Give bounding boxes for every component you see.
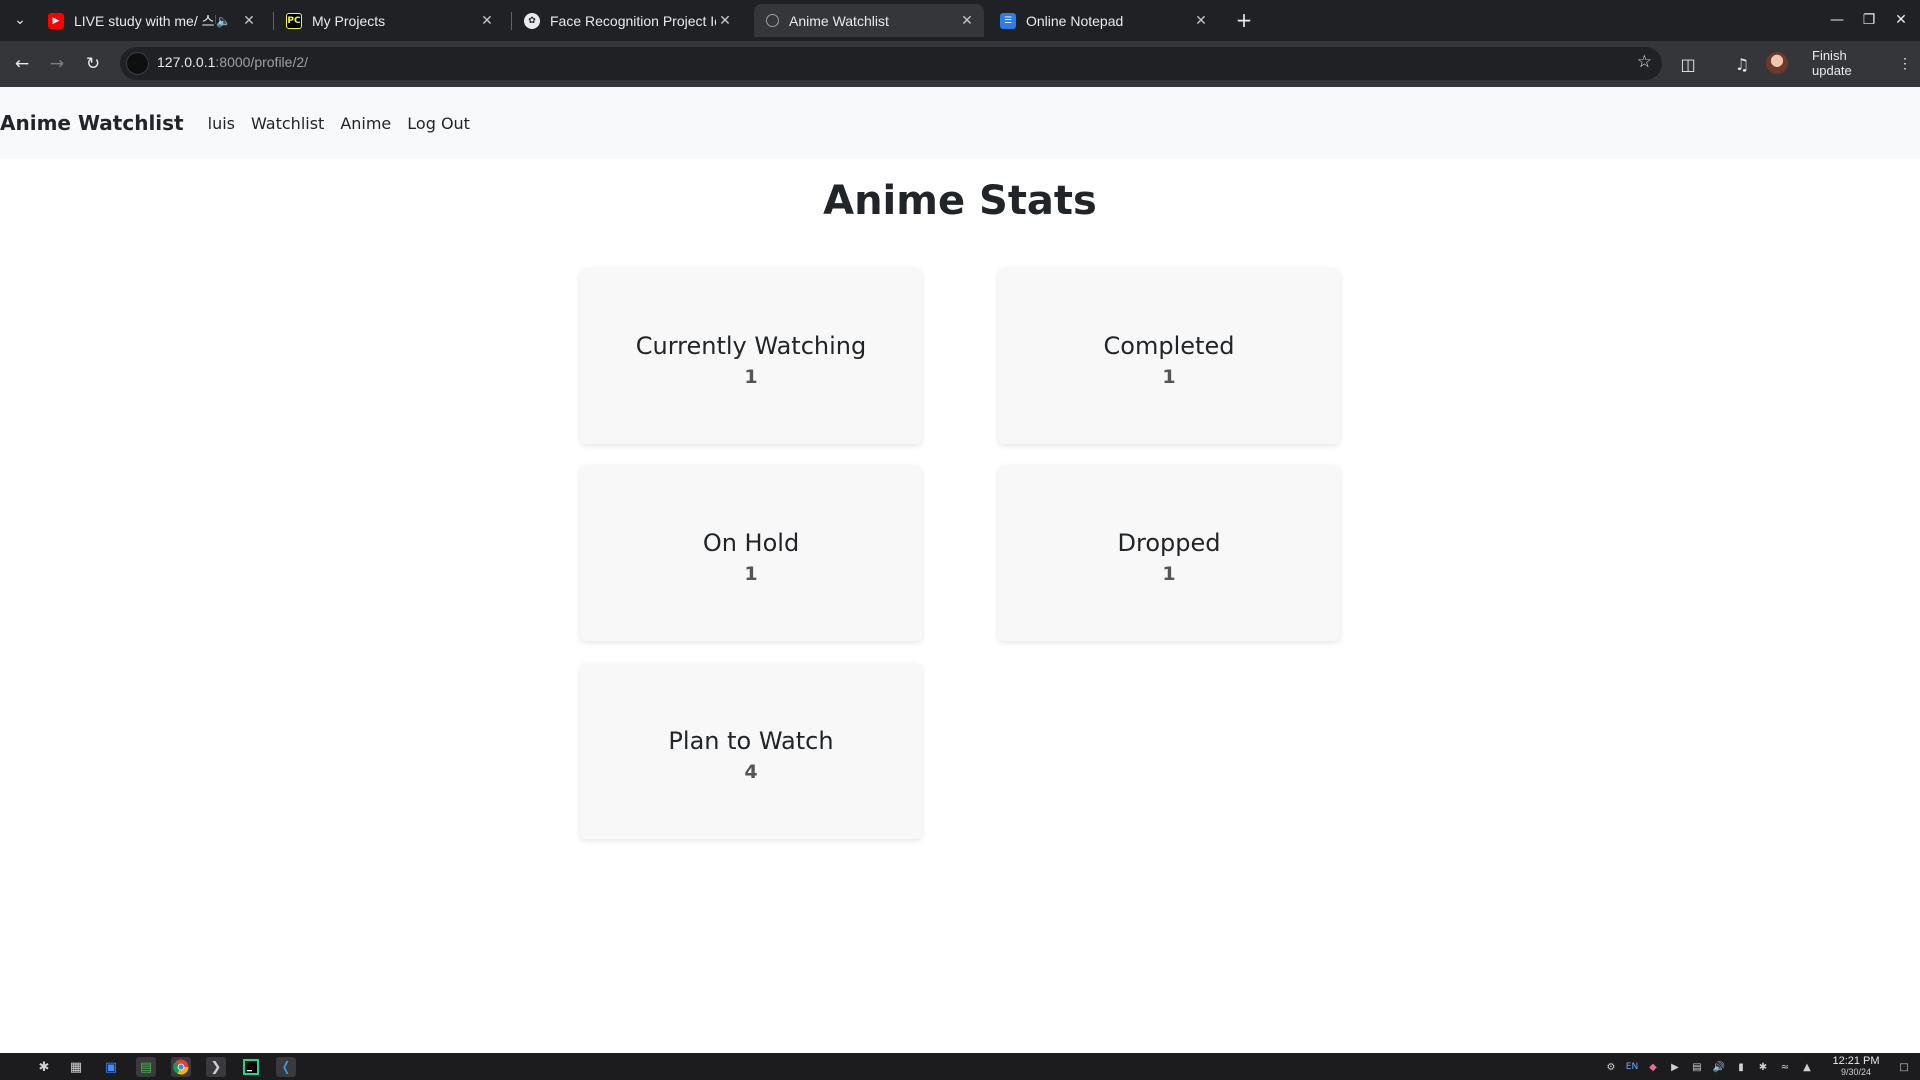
- stat-card-plan-to-watch: Plan to Watch 4: [580, 663, 922, 839]
- forward-arrow-icon[interactable]: →: [43, 50, 71, 78]
- volume-icon[interactable]: 🔊: [1711, 1059, 1727, 1075]
- nav-link-profile[interactable]: luis: [208, 114, 235, 133]
- tab-title: LIVE study with me/ 스터: [74, 12, 216, 29]
- site-navbar: Anime Watchlist luis Watchlist Anime Log…: [0, 87, 1920, 159]
- site-brand[interactable]: Anime Watchlist: [0, 111, 184, 135]
- language-indicator[interactable]: EN: [1624, 1059, 1640, 1075]
- close-window-icon[interactable]: ✕: [1886, 8, 1916, 32]
- bookmark-star-icon[interactable]: ☆: [1637, 52, 1652, 72]
- profile-avatar[interactable]: [1766, 52, 1788, 74]
- finish-update-button[interactable]: Finish update ⋮: [1802, 48, 1920, 78]
- stat-label: Currently Watching: [635, 332, 867, 360]
- stat-card-on-hold: On Hold 1: [580, 465, 922, 641]
- page-title: Anime Stats: [823, 178, 1097, 224]
- bluetooth-icon[interactable]: ✱: [1755, 1059, 1771, 1075]
- browser-toolbar: ← → ↻ 127.0.0.1:8000/profile/2/ ☆ ◫ ♫: [0, 41, 1920, 87]
- stat-card-currently-watching: Currently Watching 1: [580, 268, 922, 444]
- stat-label: Dropped: [1117, 529, 1221, 557]
- terminal-icon[interactable]: ❯: [206, 1057, 226, 1077]
- vscode-icon[interactable]: ❬: [276, 1057, 296, 1077]
- browser-tab-my-projects[interactable]: PC My Projects ✕: [274, 4, 504, 37]
- speaker-icon[interactable]: 🔈: [216, 14, 234, 28]
- task-view-icon[interactable]: ▦: [66, 1057, 86, 1077]
- tab-title: Face Recognition Project Id: [550, 12, 716, 29]
- minimize-icon[interactable]: —: [1822, 8, 1852, 32]
- battery-icon[interactable]: ▮: [1733, 1059, 1749, 1075]
- globe-icon: [766, 14, 779, 27]
- url-host: 127.0.0.1: [157, 54, 216, 70]
- tab-title: Online Notepad: [1026, 12, 1124, 29]
- file-manager-icon[interactable]: ▤: [136, 1057, 156, 1077]
- tab-title: Anime Watchlist: [789, 12, 889, 29]
- pycharm-icon: PC: [286, 12, 302, 29]
- close-tab-icon[interactable]: ✕: [478, 12, 496, 30]
- close-tab-icon[interactable]: ✕: [716, 12, 734, 30]
- restore-icon[interactable]: ❐: [1854, 8, 1884, 32]
- chatgpt-icon: ✿: [524, 12, 540, 29]
- new-tab-plus-icon[interactable]: +: [1232, 8, 1256, 32]
- clock-date: 9/30/24: [1840, 1067, 1872, 1077]
- launcher-icon[interactable]: ✱: [34, 1057, 54, 1077]
- stat-label: Completed: [1103, 332, 1235, 360]
- media-controls-icon[interactable]: ♫: [1730, 52, 1754, 76]
- tab-search-chevron-icon[interactable]: ⌄: [8, 8, 32, 32]
- nav-link-anime[interactable]: Anime: [340, 114, 391, 133]
- extensions-puzzle-icon[interactable]: ◫: [1676, 52, 1700, 76]
- system-clock[interactable]: 12:21 PM 9/30/24: [1826, 1055, 1886, 1078]
- notepad-icon: ☰: [1000, 12, 1016, 29]
- browser-tab-youtube[interactable]: ▶ LIVE study with me/ 스터 🔈 ✕: [36, 4, 266, 37]
- reload-icon[interactable]: ↻: [79, 50, 107, 78]
- site-info-icon[interactable]: [126, 52, 149, 75]
- url-text[interactable]: 127.0.0.1:8000/profile/2/: [157, 54, 308, 70]
- media-tray-icon[interactable]: ▶: [1667, 1059, 1683, 1075]
- address-bar[interactable]: 127.0.0.1:8000/profile/2/ ☆: [120, 47, 1662, 80]
- stat-card-completed: Completed 1: [998, 268, 1340, 444]
- wifi-icon[interactable]: ≈: [1777, 1059, 1793, 1075]
- stat-count: 1: [744, 563, 758, 585]
- finish-update-label: Finish update: [1812, 48, 1852, 78]
- pycharm-taskbar-icon[interactable]: [241, 1057, 261, 1077]
- close-tab-icon[interactable]: ✕: [1192, 12, 1210, 30]
- clipboard-tray-icon[interactable]: ▤: [1689, 1059, 1705, 1075]
- stat-count: 1: [1162, 563, 1176, 585]
- more-options-icon[interactable]: ⋮: [1898, 55, 1912, 72]
- youtube-icon: ▶: [48, 12, 64, 29]
- tab-title: My Projects: [312, 12, 386, 29]
- browser-tab-anime-watchlist[interactable]: Anime Watchlist ✕: [754, 4, 984, 37]
- app-tray-icon[interactable]: ◆: [1645, 1059, 1661, 1075]
- stat-label: Plan to Watch: [668, 727, 834, 755]
- store-icon[interactable]: ▣: [101, 1057, 121, 1077]
- tray-expand-icon[interactable]: ▲: [1799, 1059, 1815, 1075]
- settings-tray-icon[interactable]: ⚙: [1603, 1059, 1619, 1075]
- nav-link-logout[interactable]: Log Out: [407, 114, 470, 133]
- browser-tab-strip: ⌄ ▶ LIVE study with me/ 스터 🔈 ✕ PC My Pro…: [0, 0, 1920, 41]
- browser-tab-face-recognition[interactable]: ✿ Face Recognition Project Id ✕: [512, 4, 742, 37]
- chrome-icon[interactable]: [171, 1057, 191, 1077]
- back-arrow-icon[interactable]: ←: [8, 50, 36, 78]
- stat-count: 1: [744, 366, 758, 388]
- browser-tab-online-notepad[interactable]: ☰ Online Notepad ✕: [988, 4, 1218, 37]
- stat-count: 4: [744, 761, 758, 783]
- notification-icon[interactable]: □: [1896, 1059, 1912, 1075]
- stat-count: 1: [1162, 366, 1176, 388]
- url-path: :8000/profile/2/: [215, 54, 309, 70]
- os-taskbar: ✱ ▦ ▣ ▤ ❯ ❬ ⚙ EN ◆ ▶ ▤ 🔊 ▮ ✱ ≈ ▲ 12:21 P…: [0, 1053, 1920, 1080]
- clock-time: 12:21 PM: [1832, 1055, 1880, 1067]
- stat-card-dropped: Dropped 1: [998, 465, 1340, 641]
- close-tab-icon[interactable]: ✕: [958, 12, 976, 30]
- close-tab-icon[interactable]: ✕: [240, 12, 258, 30]
- nav-link-watchlist[interactable]: Watchlist: [251, 114, 324, 133]
- stat-label: On Hold: [702, 529, 800, 557]
